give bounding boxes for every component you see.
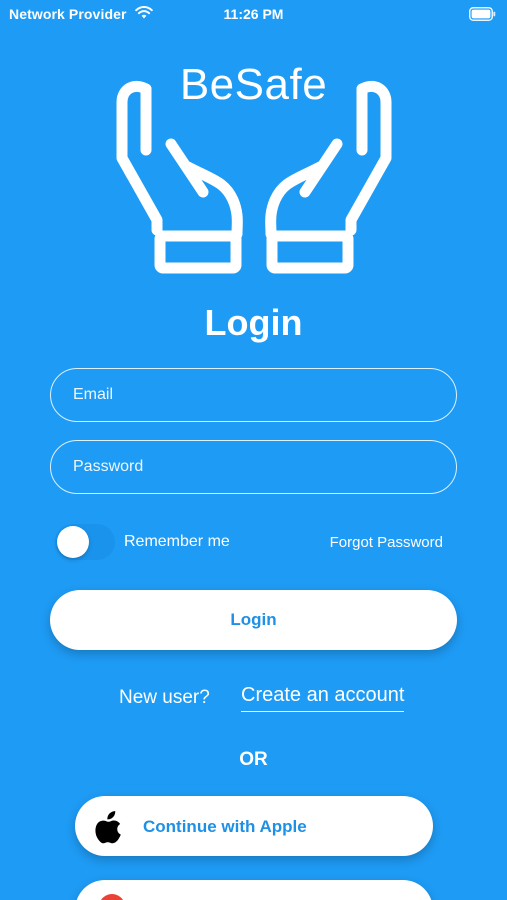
brand-name: BeSafe [179, 60, 328, 109]
page-title: Login [204, 302, 303, 343]
forgot-password-link[interactable]: Forgot Password [330, 534, 443, 551]
apple-icon [95, 811, 121, 844]
create-account-link[interactable]: Create an account [241, 684, 405, 712]
status-bar: Network Provider 11:26 PM [0, 0, 507, 28]
continue-with-google-button[interactable] [75, 880, 433, 900]
email-field[interactable] [50, 368, 457, 422]
status-time: 11:26 PM [223, 6, 284, 22]
password-field[interactable] [50, 440, 457, 494]
toggle-knob [57, 526, 89, 558]
remember-me-toggle[interactable] [55, 524, 115, 560]
or-divider-label: OR [239, 749, 268, 770]
login-screen: Network Provider 11:26 PM BeSafe Login E… [0, 0, 507, 900]
battery-icon [469, 7, 496, 21]
continue-with-apple-label: Continue with Apple [143, 817, 307, 836]
google-icon [99, 894, 125, 900]
remember-me-label: Remember me [124, 533, 230, 550]
new-user-label: New user? [119, 687, 210, 708]
login-button[interactable]: Login [50, 590, 457, 650]
continue-with-apple-button[interactable]: Continue with Apple [75, 796, 433, 856]
